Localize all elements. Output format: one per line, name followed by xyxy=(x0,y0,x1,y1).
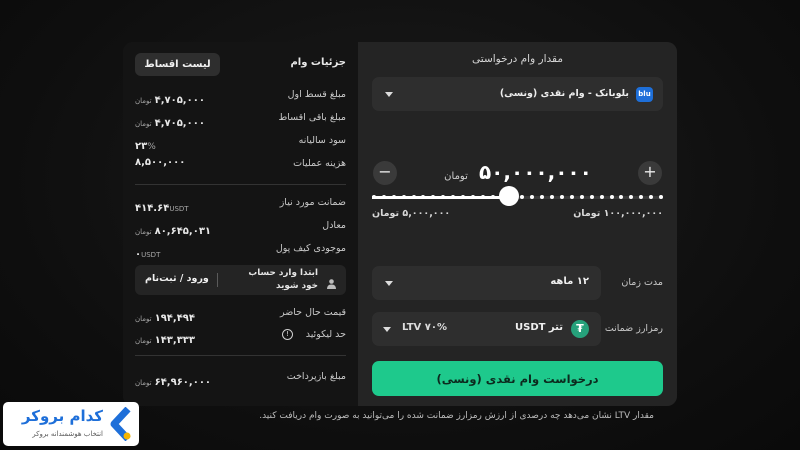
operation-fee-label: هزینه عملیات xyxy=(293,158,346,169)
info-icon[interactable]: ! xyxy=(282,329,293,340)
separator xyxy=(217,273,218,287)
slider-min-label: ۵,۰۰۰,۰۰۰ تومان xyxy=(372,208,451,219)
collateral-label: رمزارز ضمانت xyxy=(604,323,663,334)
repayment-value: ۶۴,۹۶۰,۰۰۰تومان xyxy=(135,377,212,388)
required-collateral-label: ضمانت مورد نیاز xyxy=(279,197,346,208)
slider-tick xyxy=(401,195,406,199)
divider xyxy=(135,184,346,185)
liquidation-limit-label: حد لیکوئید xyxy=(305,329,346,340)
first-installment-label: مبلغ قسط اول xyxy=(287,89,346,100)
slider-tick xyxy=(609,195,614,199)
chevron-down-icon xyxy=(385,281,393,286)
slider-tick xyxy=(372,195,376,199)
slider-tick xyxy=(411,195,416,199)
loan-details-title: جزئیات وام xyxy=(290,57,346,68)
loan-amount-display[interactable]: ۵۰,۰۰۰,۰۰۰ تومان xyxy=(418,160,618,184)
loan-provider-value: بلوبانک - وام نقدی (ونسی) xyxy=(499,88,629,99)
divider xyxy=(135,355,346,356)
duration-value: ۱۲ ماهه xyxy=(550,276,589,287)
request-loan-button[interactable]: درخواست وام نقدی (ونسی) xyxy=(372,361,663,396)
loan-amount-value: ۵۰,۰۰۰,۰۰۰ xyxy=(478,160,592,184)
slider-tick xyxy=(599,195,604,199)
slider-tick xyxy=(490,195,495,199)
slider-tick xyxy=(659,195,663,199)
collateral-asset: تتر USDT xyxy=(515,322,563,333)
current-price-label: قیمت حال حاضر xyxy=(279,307,346,318)
remaining-installments-label: مبلغ باقی اقساط xyxy=(278,112,346,123)
login-notice-text: ابتدا وارد حساب خود شوید xyxy=(248,268,318,291)
installments-list-button[interactable]: لیست اقساط xyxy=(135,53,220,76)
repayment-label: مبلغ بازپرداخت xyxy=(286,371,346,382)
requested-amount-title: مقدار وام درخواستی xyxy=(472,53,563,65)
loan-calculator-panel: جزئیات وام لیست اقساط مبلغ قسط اول ۴,۷۰۵… xyxy=(123,42,677,406)
decrease-amount-button[interactable]: − xyxy=(373,161,397,185)
tether-icon: ₮ xyxy=(571,320,589,338)
chevron-down-icon xyxy=(385,92,393,97)
slider-tick xyxy=(391,195,396,199)
ltv-footnote: مقدار LTV نشان می‌دهد چه درصدی از ارزش ر… xyxy=(259,411,654,421)
brand-name: کدام بروکر xyxy=(21,407,103,425)
loan-details-panel: جزئیات وام لیست اقساط مبلغ قسط اول ۴,۷۰۵… xyxy=(123,42,358,406)
slider-tick xyxy=(569,195,574,199)
wallet-balance-value: ۰USDT xyxy=(135,249,161,260)
liquidation-limit-value: ۱۴۳,۳۳۳تومان xyxy=(135,335,196,346)
remaining-installments-value: ۴,۷۰۵,۰۰۰تومان xyxy=(135,118,205,129)
equivalent-label: معادل xyxy=(322,220,346,231)
chevron-down-icon xyxy=(383,327,391,332)
equivalent-value: ۸۰,۶۴۵,۰۳۱تومان xyxy=(135,226,212,237)
ltv-value: LTV ۷۰% xyxy=(402,322,447,333)
user-icon xyxy=(326,274,337,289)
wallet-balance-label: موجودی کیف پول xyxy=(275,243,346,254)
blu-bank-icon: blu xyxy=(636,87,653,102)
loan-request-panel: مقدار وام درخواستی blu بلوبانک - وام نقد… xyxy=(358,42,677,406)
slider-tick xyxy=(470,195,475,199)
slider-tick xyxy=(560,195,565,199)
loan-amount-unit: تومان xyxy=(444,171,468,182)
brand-tagline: انتخاب هوشمندانه بروکر xyxy=(32,430,103,438)
duration-label: مدت زمان xyxy=(621,277,663,288)
login-notice-box: ابتدا وارد حساب خود شوید ورود / ثبت‌نام xyxy=(135,265,346,295)
slider-tick xyxy=(589,195,594,199)
login-register-button[interactable]: ورود / ثبت‌نام xyxy=(145,273,209,284)
current-price-value: ۱۹۴,۴۹۴تومان xyxy=(135,313,196,324)
slider-tick xyxy=(381,195,386,199)
slider-tick xyxy=(579,195,584,199)
loan-provider-select[interactable]: blu بلوبانک - وام نقدی (ونسی) xyxy=(372,77,663,111)
first-installment-value: ۴,۷۰۵,۰۰۰تومان xyxy=(135,95,205,106)
operation-fee-value: ۸,۵۰۰,۰۰۰ xyxy=(135,157,186,168)
required-collateral-value: ۴۱۴.۶۴USDT xyxy=(135,203,189,214)
brand-chevron-icon xyxy=(108,406,132,442)
slider-thumb[interactable] xyxy=(498,186,519,206)
collateral-select[interactable]: ₮ تتر USDT LTV ۷۰% xyxy=(372,312,601,346)
slider-tick xyxy=(480,195,485,199)
slider-max-label: ۱۰۰,۰۰۰,۰۰۰ تومان xyxy=(573,208,663,219)
annual-interest-label: سود سالیانه xyxy=(298,135,346,146)
brand-logo: کدام بروکر انتخاب هوشمندانه بروکر xyxy=(3,402,139,446)
annual-interest-value: ۲۳% xyxy=(135,141,156,152)
duration-select[interactable]: ۱۲ ماهه xyxy=(372,266,601,300)
increase-amount-button[interactable]: + xyxy=(638,161,662,185)
